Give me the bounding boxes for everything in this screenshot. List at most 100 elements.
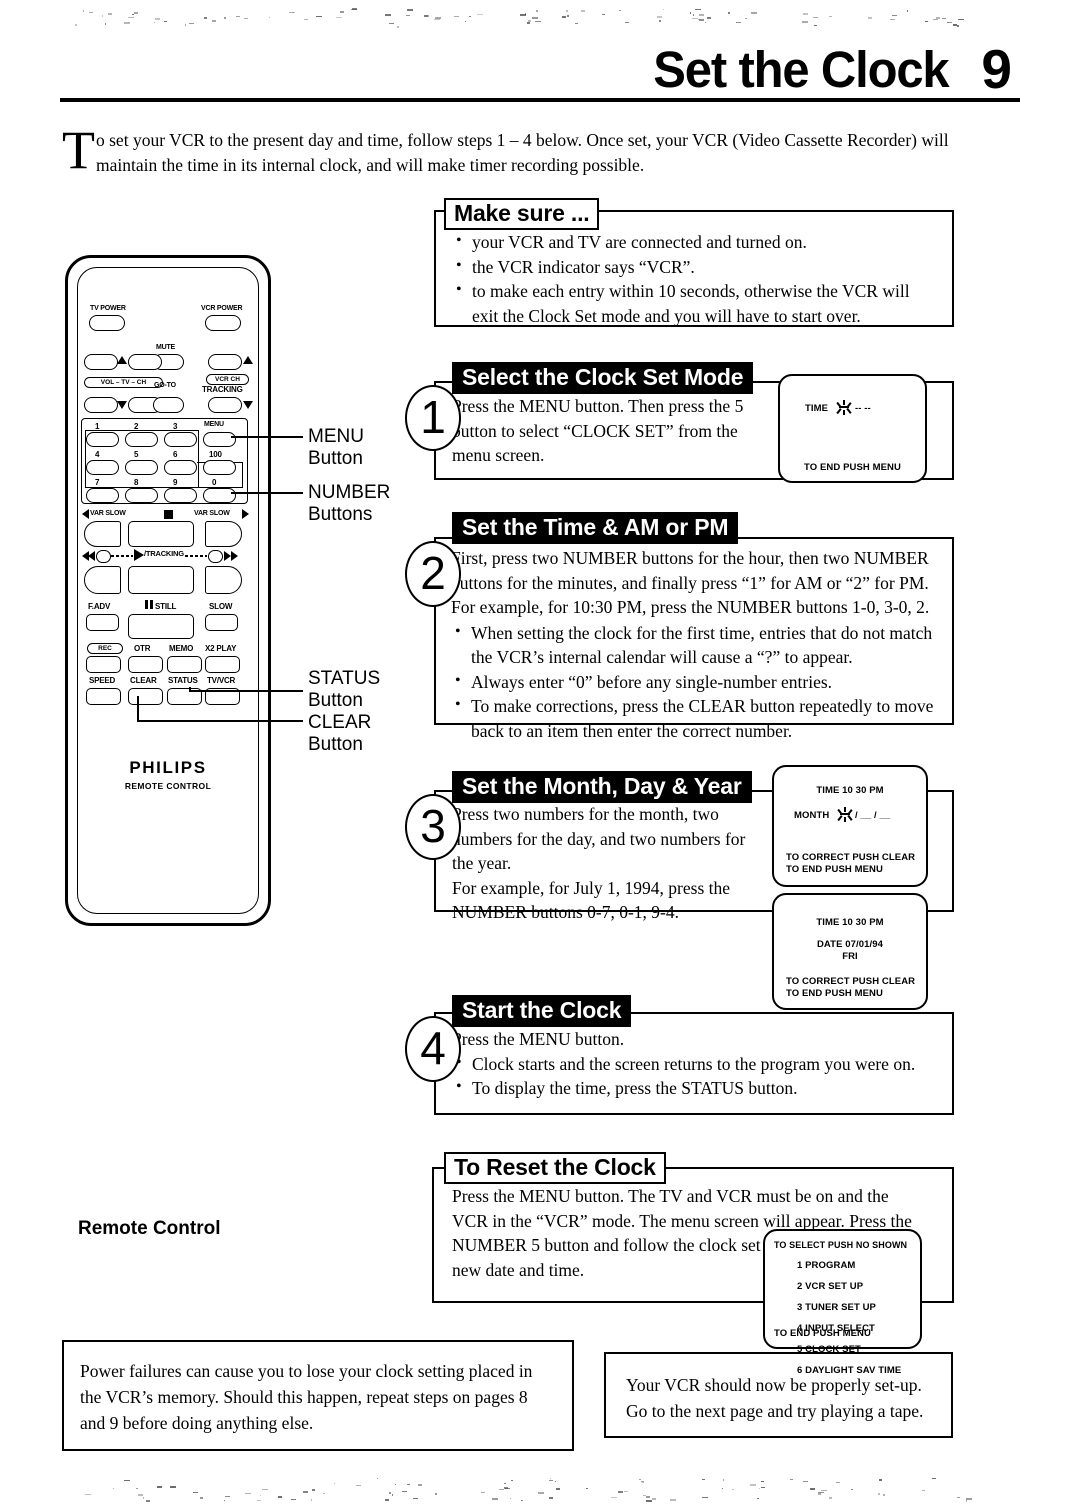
reset-menu-items: 1 PROGRAM 2 VCR SET UP 3 TUNER SET UP 4 … xyxy=(797,1260,901,1376)
make-sure-title: Make sure ... xyxy=(444,198,600,230)
button-stop[interactable] xyxy=(128,521,194,547)
step3-line2: For example, for July 1, 1994, press the… xyxy=(452,877,731,923)
button-num-8[interactable] xyxy=(125,488,158,503)
button-vcrch-up[interactable] xyxy=(208,354,242,370)
callout-clear-line2: Button xyxy=(308,734,363,755)
button-rec[interactable] xyxy=(86,656,121,673)
label-x2-play: X2 PLAY xyxy=(205,644,237,653)
make-sure-body: your VCR and TV are connected and turned… xyxy=(452,229,940,328)
step1-screen-footer: TO END PUSH MENU xyxy=(804,462,901,473)
button-go-to[interactable] xyxy=(153,397,184,413)
label-num-100: 100 xyxy=(209,450,222,459)
button-num-4[interactable] xyxy=(86,460,119,475)
label-clear: CLEAR xyxy=(130,676,157,685)
button-play[interactable] xyxy=(128,566,194,594)
play-arrow-icon xyxy=(134,549,144,561)
button-rewind[interactable] xyxy=(84,566,121,594)
note-right-line2: Go to the next page and try playing a ta… xyxy=(626,1401,924,1421)
button-still[interactable] xyxy=(128,614,194,639)
button-x2-play[interactable] xyxy=(205,656,240,673)
step3-tv-screen-b: TIME 10 30 PM DATE 07/01/94 FRI TO CORRE… xyxy=(772,893,928,1010)
reset-title: To Reset the Clock xyxy=(444,1152,666,1184)
make-sure-bullet-1: your VCR and TV are connected and turned… xyxy=(452,229,940,255)
button-ff-varslow[interactable] xyxy=(205,521,242,547)
reset-menu-item-1[interactable]: 1 PROGRAM xyxy=(797,1260,901,1271)
label-var-slow-right: VAR SLOW xyxy=(194,510,230,517)
callout-status-line2: Button xyxy=(308,690,363,711)
button-f-adv[interactable] xyxy=(86,614,119,631)
callout-status: STATUS Button xyxy=(308,668,380,712)
button-num-7[interactable] xyxy=(86,488,119,503)
label-num-4: 4 xyxy=(95,450,100,459)
button-tv-power[interactable] xyxy=(89,315,125,331)
page-header: Set the Clock 9 xyxy=(60,42,1020,118)
button-speed[interactable] xyxy=(86,688,121,705)
step4-bullet-2: To display the time, press the STATUS bu… xyxy=(452,1075,942,1101)
triangle-up-icon-2 xyxy=(243,356,253,364)
step1-body: Press the MENU button. Then press the 5 … xyxy=(452,396,744,465)
button-slow[interactable] xyxy=(205,614,238,631)
step2-bullets: When setting the clock for the first tim… xyxy=(451,620,943,744)
reset-menu-item-3[interactable]: 3 TUNER SET UP xyxy=(797,1302,901,1313)
ff-arrow-icon-b xyxy=(231,551,238,561)
button-vol-up[interactable] xyxy=(84,354,118,370)
button-vcr-power[interactable] xyxy=(205,315,241,331)
button-num-0[interactable] xyxy=(203,488,236,503)
reset-menu-footer: TO END PUSH MENU xyxy=(774,1328,871,1339)
button-rewind-varslow[interactable] xyxy=(84,521,121,547)
button-num-1[interactable] xyxy=(86,432,119,447)
pause-bar-2-icon xyxy=(150,600,153,609)
reset-menu-item-6[interactable]: 6 DAYLIGHT SAV TIME xyxy=(797,1365,901,1376)
leader-status-stub xyxy=(189,687,191,692)
pause-bar-1-icon xyxy=(145,600,148,609)
label-num-2: 2 xyxy=(134,422,139,431)
label-num-7: 7 xyxy=(95,478,100,487)
step3b-date: DATE 07/01/94 xyxy=(816,939,884,950)
reset-menu-item-2[interactable]: 2 VCR SET UP xyxy=(797,1281,901,1292)
rewind-arrow-icon-b xyxy=(88,551,95,561)
button-menu[interactable] xyxy=(203,432,236,447)
page-title: Set the Clock xyxy=(652,41,949,98)
button-num-9[interactable] xyxy=(164,488,197,503)
label-memo: MEMO xyxy=(169,644,194,653)
button-num-5[interactable] xyxy=(125,460,158,475)
button-num-6[interactable] xyxy=(164,460,197,475)
label-rec: REC xyxy=(87,643,123,654)
step2-number: 2 xyxy=(405,541,461,607)
step3a-month-value: / __ / __ xyxy=(855,810,891,821)
step3-number: 3 xyxy=(405,794,461,860)
callout-clear: CLEAR Button xyxy=(308,712,371,756)
intro-text: o set your VCR to the present day and ti… xyxy=(96,130,949,175)
step3a-footer2: TO END PUSH MENU xyxy=(786,864,883,875)
step3b-day: FRI xyxy=(842,951,858,962)
reset-menu-item-5[interactable]: 5 CLOCK SET xyxy=(797,1344,901,1355)
button-100[interactable] xyxy=(203,460,236,475)
label-menu-button: MENU xyxy=(204,421,224,428)
step2-bullet-3: To make corrections, press the CLEAR but… xyxy=(451,693,943,743)
philips-sublabel: REMOTE CONTROL xyxy=(124,781,212,791)
label-go-to: GO-TO xyxy=(154,382,176,389)
button-num-3[interactable] xyxy=(164,432,197,447)
step1-time-value: -- -- xyxy=(855,403,871,414)
leader-menu xyxy=(231,436,303,438)
button-otr[interactable] xyxy=(128,656,163,673)
drop-cap: T xyxy=(62,120,95,180)
step1-number: 1 xyxy=(405,385,461,451)
button-num-2[interactable] xyxy=(125,432,158,447)
button-fast-forward[interactable] xyxy=(205,566,242,594)
step4-bullets: Clock starts and the screen returns to t… xyxy=(452,1051,942,1101)
label-still: STILL xyxy=(155,602,177,611)
button-ch-up[interactable] xyxy=(128,354,162,370)
leader-status xyxy=(189,690,303,692)
page-number: 9 xyxy=(981,38,1012,100)
label-tv-power: TV POWER xyxy=(90,305,126,312)
button-memo[interactable] xyxy=(167,656,202,673)
blinking-cursor-icon-2 xyxy=(836,807,853,822)
label-f-adv: F.ADV xyxy=(88,602,111,611)
button-vol-down[interactable] xyxy=(84,397,118,413)
button-clear[interactable] xyxy=(128,688,163,705)
step2-bullet-1: When setting the clock for the first tim… xyxy=(451,620,943,670)
button-vcrch-down[interactable] xyxy=(208,397,242,413)
leader-number xyxy=(231,492,303,494)
note-left-box: Power failures can cause you to lose you… xyxy=(62,1340,574,1451)
